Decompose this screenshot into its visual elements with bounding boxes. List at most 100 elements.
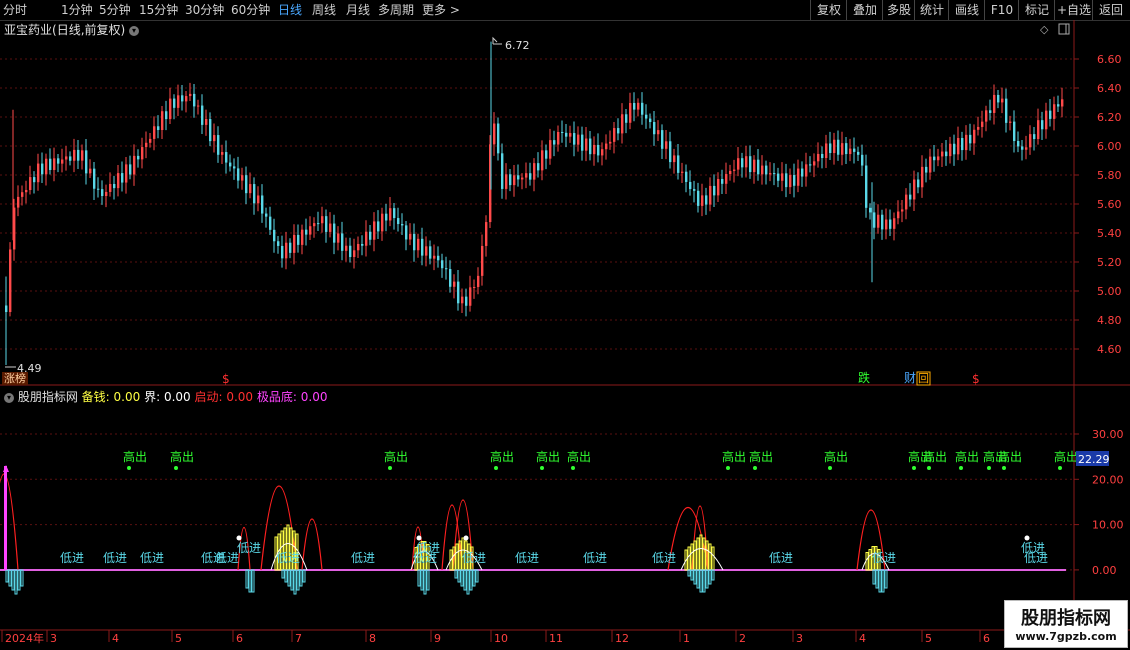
button-tongji[interactable]: 统计 [914,0,949,20]
tab-multi-period[interactable]: 多周期 [378,2,414,18]
tab-more[interactable]: 更多 > [422,2,460,18]
date-label: 6 [983,632,990,645]
dip-bar [245,569,249,589]
candle-body [857,151,860,155]
signal-high: 高出 [749,449,773,464]
signal-high-dot [1002,466,1006,470]
candle-body [473,286,476,288]
candle-body [145,142,148,148]
candle-body [165,111,168,120]
candle-body [61,159,64,164]
button-add-watchlist[interactable]: +自选 [1054,0,1093,20]
candle-body [753,159,756,173]
candle-body [65,156,68,160]
diamond-icon[interactable]: ◇ [1040,23,1049,36]
candle-body [873,212,876,228]
tab-5min[interactable]: 5分钟 [99,2,131,18]
candle-body [1005,98,1008,123]
dip-bar [884,569,888,589]
dip-bar [296,569,300,591]
candle-body [89,168,92,174]
cai-badge[interactable]: 财 [904,371,916,385]
dip-bar [469,569,473,591]
button-diejia[interactable]: 叠加 [846,0,883,20]
tab-60min[interactable]: 60分钟 [231,2,270,18]
candle-body [293,234,296,253]
candle-body [85,150,88,174]
price-tick-label: 5.00 [1097,285,1122,298]
candle-body [341,233,344,251]
tab-30min[interactable]: 30分钟 [185,2,224,18]
candle-body [813,161,816,166]
signal-high-dot [927,466,931,470]
candle-body [261,195,264,214]
candle-body [381,213,384,232]
price-tick-label: 5.40 [1097,227,1122,240]
candle-body [477,275,480,287]
candle-body [449,269,452,287]
candle-body [997,94,1000,103]
candle-body [717,179,720,196]
button-back[interactable]: 返回 [1092,0,1129,20]
button-duogu[interactable]: 多股 [882,0,915,20]
dollar-badge-2[interactable]: $ [972,372,980,386]
candle-body [877,214,880,228]
button-biaoji[interactable]: 标记 [1018,0,1055,20]
signal-high-dot [388,466,392,470]
candle-body [533,163,536,180]
tab-1min[interactable]: 1分钟 [61,2,93,18]
candle-body [633,103,636,110]
candle-body [401,224,404,226]
candle-body [93,168,96,189]
candle-body [425,246,428,256]
high-price-label: 6.72 [505,39,530,52]
signal-low: 低进 [276,551,300,565]
beiqian-label: 备钱: [81,390,114,404]
hui-badge[interactable]: 回 [918,372,929,385]
dip-bar [423,569,427,595]
signal-low: 低进 [416,541,440,555]
candle-body [433,255,436,259]
candle-body [497,123,500,154]
candle-body [189,93,192,97]
tab-fenshi[interactable]: 分时 [3,2,27,18]
candle-body [929,156,932,173]
candle-body [421,238,424,256]
dip-bar [290,569,294,591]
tab-daily[interactable]: 日线 [278,2,302,18]
price-chart[interactable]: 6.60 6.40 6.20 6.00 5.80 5.60 5.40 5.20 5.00 4.80… [0,20,1130,650]
indicator-tick-label: 30.00 [1092,428,1124,441]
dip-bar [299,569,303,587]
candle-body [689,181,692,190]
candle-body [333,223,336,243]
die-badge[interactable]: 跌 [858,370,870,385]
indicator-tick-label: 0.00 [1092,564,1117,577]
dip-bar [14,569,18,595]
candle-body [485,222,488,246]
candle-body [553,140,556,145]
signal-high-dot [987,466,991,470]
candle-body [77,149,80,161]
chevron-down-icon[interactable]: ▾ [4,392,14,403]
button-fuquan[interactable]: 复权 [810,0,847,20]
date-label: 4 [112,632,119,645]
candle-body [269,216,272,230]
candle-body [525,173,528,178]
beiqian-value: 0.00 [113,390,141,404]
candle-body [589,138,592,155]
maximize-icon[interactable] [1058,23,1070,35]
tab-15min[interactable]: 15分钟 [139,2,178,18]
button-f10[interactable]: F10 [984,0,1019,20]
date-label: 12 [615,632,629,645]
tab-monthly[interactable]: 月线 [346,2,370,18]
dollar-badge[interactable]: $ [222,372,230,386]
candle-body [17,196,20,208]
candle-body [217,135,220,155]
candle-body [745,156,748,168]
dip-bar [281,569,285,579]
button-huaxian[interactable]: 画线 [948,0,985,20]
tab-weekly[interactable]: 周线 [312,2,336,18]
candle-body [905,194,908,210]
candle-body [441,260,444,269]
candle-body [309,226,312,235]
